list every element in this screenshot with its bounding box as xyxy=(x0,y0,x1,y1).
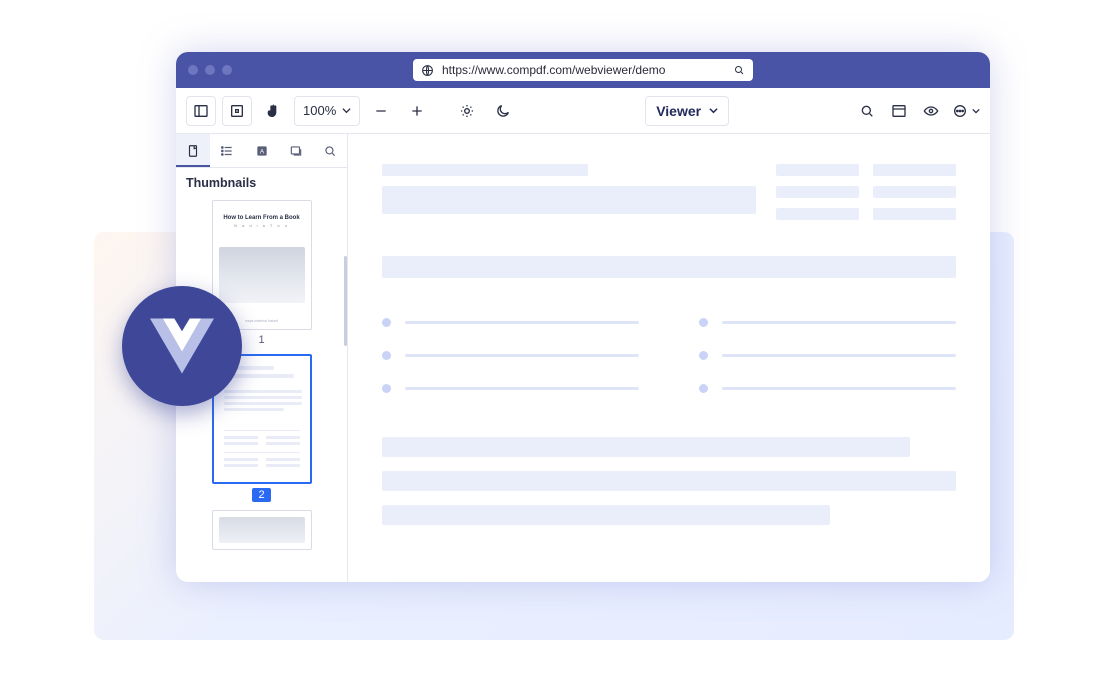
url-text: https://www.compdf.com/webviewer/demo xyxy=(442,63,725,77)
mode-dropdown[interactable]: Viewer xyxy=(645,96,729,126)
thumb3-image xyxy=(219,517,305,543)
tab-layers[interactable] xyxy=(279,134,313,167)
fullscreen-button[interactable] xyxy=(222,96,252,126)
dark-mode-button[interactable] xyxy=(488,96,518,126)
doc-meta-skeleton xyxy=(776,164,956,220)
tab-thumbnails[interactable] xyxy=(176,134,210,167)
svg-text:A: A xyxy=(259,148,264,155)
find-button[interactable] xyxy=(856,96,878,126)
thumb1-image xyxy=(219,247,305,303)
doc-paragraph-skeleton xyxy=(382,437,956,525)
chevron-down-icon xyxy=(342,106,351,115)
window-min-dot[interactable] xyxy=(205,65,215,75)
app-toolbar: 100% Viewer xyxy=(176,88,990,134)
vue-logo-icon xyxy=(150,318,214,374)
panel-toggle-button[interactable] xyxy=(186,96,216,126)
vue-badge xyxy=(122,286,242,406)
brightness-button[interactable] xyxy=(452,96,482,126)
layout-button[interactable] xyxy=(888,96,910,126)
thumbnail-3[interactable] xyxy=(212,510,312,550)
zoom-in-button[interactable] xyxy=(402,96,432,126)
document-view[interactable] xyxy=(348,134,990,582)
more-menu-button[interactable] xyxy=(952,96,980,126)
thumb1-title: How to Learn From a Book xyxy=(213,215,311,221)
search-icon[interactable] xyxy=(733,64,745,76)
tab-annotations[interactable]: A xyxy=(244,134,278,167)
sidebar-scrollbar[interactable] xyxy=(344,256,347,346)
zoom-value: 100% xyxy=(303,103,336,118)
thumb2-page-number: 2 xyxy=(212,488,312,502)
browser-window: https://www.compdf.com/webviewer/demo 10… xyxy=(176,52,990,582)
globe-icon xyxy=(421,64,434,77)
sidebar-tabs: A xyxy=(176,134,347,168)
chevron-down-icon xyxy=(972,107,980,115)
right-tool-group xyxy=(856,96,980,126)
zoom-dropdown[interactable]: 100% xyxy=(294,96,360,126)
doc-heading-skeleton xyxy=(382,164,756,220)
sidebar-panel-title: Thumbnails xyxy=(176,168,347,196)
pan-hand-button[interactable] xyxy=(258,96,288,126)
content-area: A Thumbnails How to Learn From a Book N … xyxy=(176,134,990,582)
window-max-dot[interactable] xyxy=(222,65,232,75)
chevron-down-icon xyxy=(709,106,718,115)
thumb1-subtitle: N a d i a T o n xyxy=(213,223,311,228)
window-titlebar: https://www.compdf.com/webviewer/demo xyxy=(176,52,990,88)
tab-search[interactable] xyxy=(313,134,347,167)
doc-bar-skeleton xyxy=(382,256,956,278)
zoom-out-button[interactable] xyxy=(366,96,396,126)
window-controls xyxy=(188,65,232,75)
tab-outline[interactable] xyxy=(210,134,244,167)
doc-bullets-skeleton xyxy=(382,318,956,393)
url-bar[interactable]: https://www.compdf.com/webviewer/demo xyxy=(413,59,753,81)
mode-label: Viewer xyxy=(656,103,701,119)
window-close-dot[interactable] xyxy=(188,65,198,75)
visibility-button[interactable] xyxy=(920,96,942,126)
